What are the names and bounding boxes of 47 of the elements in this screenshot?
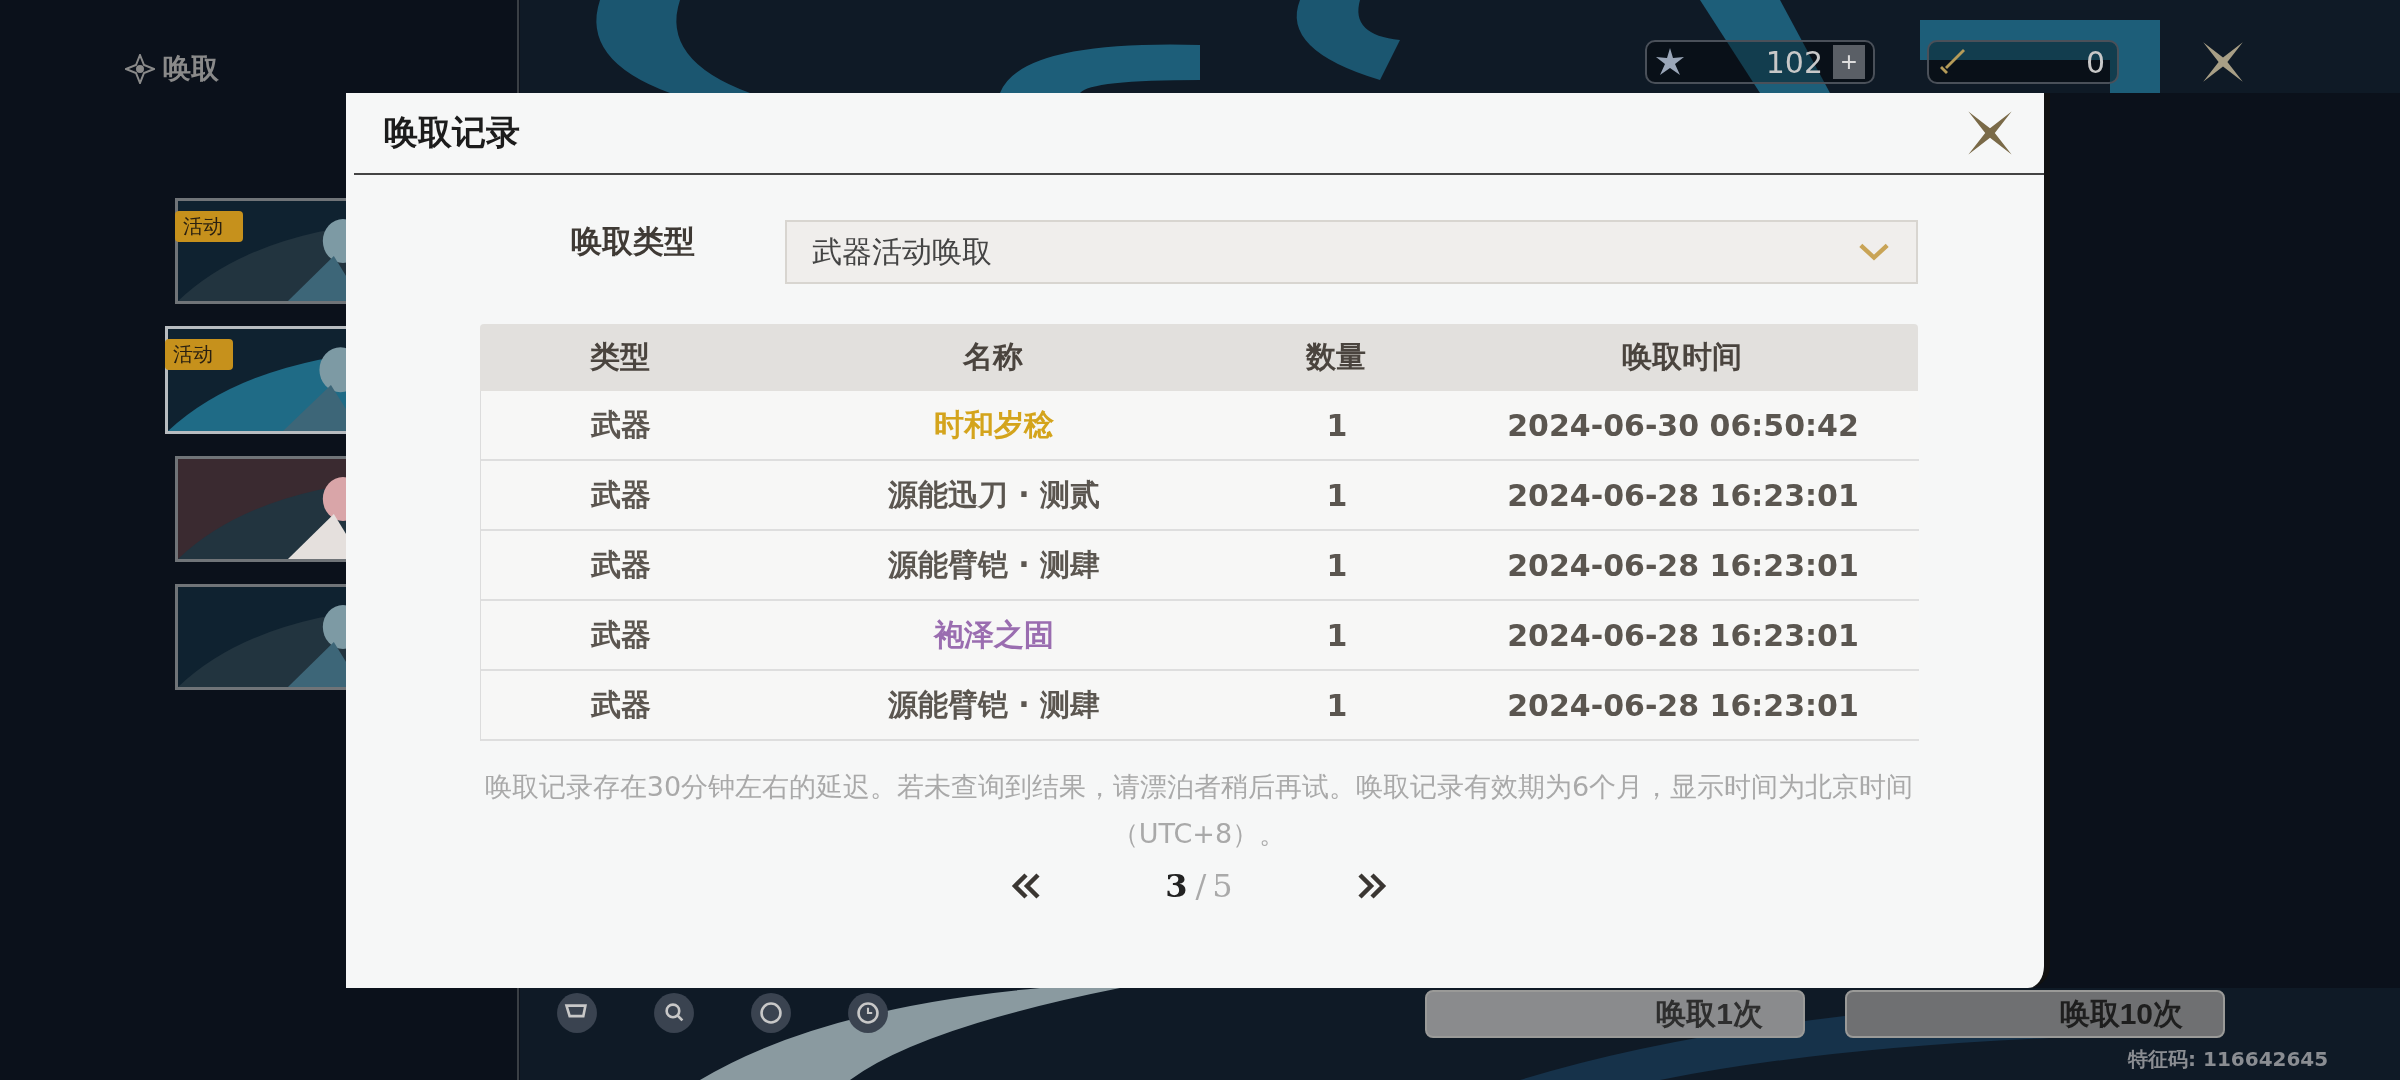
column-header: 名称 — [962, 338, 1024, 376]
table-cell-text: 1 — [1325, 407, 1349, 443]
table-cell-text: 2024-06-28 16:23:01 — [1506, 547, 1860, 583]
table-cell-text: 2024-06-28 16:23:01 — [1506, 617, 1860, 653]
search-icon[interactable] — [653, 992, 695, 1034]
table-cell-text: 武器 — [590, 685, 652, 724]
currency-amount: 0 — [2084, 44, 2106, 80]
dialog-title: 唤取记录 — [384, 111, 520, 154]
table-cell-text: 1 — [1325, 687, 1349, 723]
table-cell-text: 武器 — [590, 475, 652, 514]
column-header: 数量 — [1304, 338, 1367, 376]
table-cell-text: 1 — [1325, 617, 1349, 653]
table-cell-text: 武器 — [590, 405, 652, 444]
event-tag: 活动 — [165, 339, 233, 370]
close-icon[interactable] — [2201, 40, 2245, 84]
table-cell-text: 源能迅刀 · 测贰 — [886, 475, 1102, 514]
table-cell-text: 源能臂铠 · 测肆 — [886, 685, 1102, 724]
summon-button[interactable]: 唤取10次 — [1845, 990, 2225, 1038]
total-pages: 5 — [1212, 867, 1233, 905]
page-separator: / — [1195, 867, 1207, 905]
current-page: 3 — [1165, 867, 1188, 905]
clock-icon[interactable] — [847, 992, 889, 1034]
currency-amount: 102 — [1764, 44, 1824, 80]
column-header: 类型 — [589, 338, 651, 376]
table-cell-text: 源能臂铠 · 测肆 — [886, 545, 1102, 584]
event-tag: 活动 — [175, 211, 243, 242]
star-icon — [1655, 47, 1685, 77]
table-cell-text: 2024-06-28 16:23:01 — [1506, 687, 1860, 723]
close-icon[interactable] — [1966, 109, 2014, 157]
feature-code: 特征码: 116642645 — [2128, 1046, 2329, 1073]
table-cell-text: 1 — [1325, 477, 1349, 513]
table-cell-text: 时和岁稔 — [933, 405, 1055, 444]
table-cell-text: 袍泽之固 — [932, 615, 1055, 654]
table-cell-text: 武器 — [590, 615, 652, 654]
sidebar-title: 唤取 — [163, 51, 219, 87]
add-button[interactable]: + — [1833, 45, 1865, 79]
column-header: 唤取时间 — [1621, 338, 1743, 376]
chevron-icon — [1857, 241, 1891, 263]
filter-label: 唤取类型 — [569, 222, 696, 261]
table-cell-text: 2024-06-28 16:23:01 — [1506, 477, 1860, 513]
table-cell-text: 2024-06-30 06:50:42 — [1506, 407, 1860, 443]
summon-button[interactable]: 唤取1次 — [1425, 990, 1805, 1038]
table-cell-text: 武器 — [590, 545, 652, 584]
type-dropdown[interactable]: 武器活动唤取 — [785, 220, 1918, 284]
table-cell-text: 1 — [1325, 547, 1349, 583]
notice-text: 唤取记录存在30分钟左右的延迟。若未查询到结果，请漂泊者稍后再试。唤取记录有效期为6个月，显示时间为北京时间（UTC+8）。 — [483, 770, 1915, 851]
compass-icon — [125, 54, 155, 84]
